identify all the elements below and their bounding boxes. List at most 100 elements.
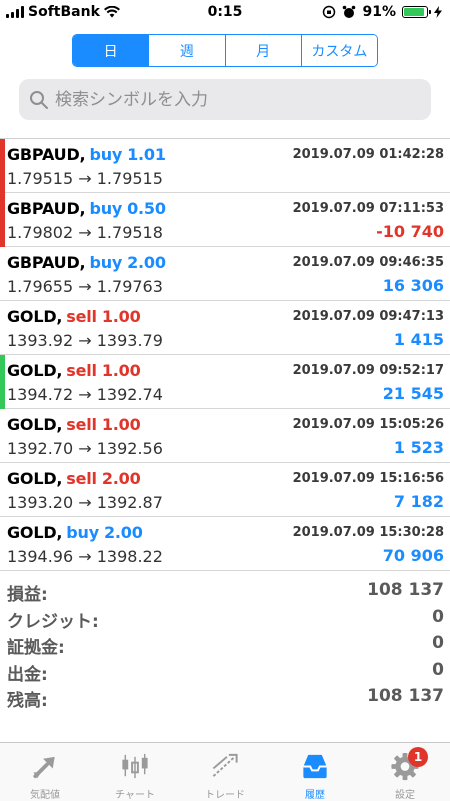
- trade-volume: 1.00: [101, 361, 141, 380]
- orientation-lock-icon: [323, 5, 336, 19]
- trade-time: 2019.07.09 01:42:28: [292, 147, 444, 162]
- trade-prices: 1394.96 → 1398.22: [7, 547, 163, 566]
- trade-marker: [0, 355, 5, 409]
- summary-label: 出金:: [7, 664, 48, 685]
- history-icon: [303, 754, 327, 779]
- trade-time: 2019.07.09 15:30:28: [292, 525, 444, 540]
- trade-title: GOLD, sell 2.00: [7, 469, 141, 488]
- trade-symbol: GOLD,: [7, 361, 63, 380]
- trade-time: 2019.07.09 09:52:17: [292, 363, 444, 378]
- trade-row[interactable]: GOLD, buy 2.00 2019.07.09 15:30:28 1394.96 →…: [0, 517, 450, 571]
- trade-marker: [0, 409, 5, 463]
- tab-quotes[interactable]: 気配値: [0, 743, 90, 801]
- bottom-tab-bar: 気配値 チャート トレード 履歴 設定 1: [0, 742, 450, 801]
- trade-profit: 7 182: [393, 492, 444, 511]
- battery-percent: 91%: [362, 4, 396, 20]
- trade-row[interactable]: GBPAUD, buy 2.00 2019.07.09 09:46:35 1.79655…: [0, 247, 450, 301]
- trade-symbol: GOLD,: [7, 469, 63, 488]
- trade-direction: sell: [66, 469, 97, 488]
- period-tab-day[interactable]: 日: [73, 35, 150, 66]
- summary-value: 0: [432, 659, 444, 680]
- trade-marker: [0, 517, 5, 571]
- trade-symbol: GBPAUD,: [7, 145, 86, 164]
- trade-marker: [0, 139, 5, 193]
- trade-title: GOLD, sell 1.00: [7, 415, 141, 434]
- trade-direction: sell: [66, 307, 97, 326]
- summary-row: 残高: 108 137: [0, 683, 450, 711]
- summary-row: 証拠金: 0: [0, 630, 450, 658]
- trade-volume: 2.00: [127, 253, 166, 272]
- trade-title: GOLD, sell 1.00: [7, 361, 141, 380]
- summary-value: 0: [432, 606, 444, 627]
- trade-row[interactable]: GBPAUD, buy 0.50 2019.07.09 07:11:53 1.79802…: [0, 193, 450, 247]
- trade-direction: buy: [89, 253, 123, 272]
- search-bar[interactable]: [19, 79, 431, 120]
- quotes-icon: [33, 756, 55, 779]
- trade-marker: [0, 247, 5, 301]
- trade-profit: 1 523: [393, 438, 444, 457]
- trade-symbol: GOLD,: [7, 307, 63, 326]
- trade-symbol: GBPAUD,: [7, 199, 86, 218]
- trade-volume: 2.00: [101, 469, 141, 488]
- trade-volume: 2.00: [103, 523, 143, 542]
- trade-direction: sell: [66, 415, 97, 434]
- trade-title: GBPAUD, buy 2.00: [7, 253, 166, 272]
- trade-volume: 1.00: [101, 307, 141, 326]
- battery-icon: [402, 6, 431, 18]
- trade-time: 2019.07.09 09:47:13: [292, 309, 444, 324]
- tab-trade[interactable]: トレード: [180, 743, 270, 801]
- trade-prices: 1.79655 → 1.79763: [7, 277, 163, 296]
- trade-row[interactable]: GOLD, sell 1.00 2019.07.09 09:47:13 1393.92 …: [0, 301, 450, 355]
- trade-prices: 1.79802 → 1.79518: [7, 223, 163, 242]
- period-segmented-control: 日 週 月 カスタム: [72, 34, 378, 67]
- period-tab-week[interactable]: 週: [149, 35, 226, 66]
- trade-row[interactable]: GOLD, sell 2.00 2019.07.09 15:16:56 1393.20 …: [0, 463, 450, 517]
- search-input[interactable]: [55, 89, 415, 110]
- trade-title: GOLD, buy 2.00: [7, 523, 143, 542]
- tab-settings[interactable]: 設定 1: [360, 743, 450, 801]
- trade-profit: 16 306: [382, 276, 444, 295]
- trade-profit: 21 545: [382, 384, 444, 403]
- summary-value: 108 137: [367, 580, 444, 600]
- summary-value: 108 137: [367, 686, 444, 706]
- trade-volume: 0.50: [127, 199, 166, 218]
- period-tab-month[interactable]: 月: [225, 35, 302, 66]
- trade-row[interactable]: GBPAUD, buy 1.01 2019.07.09 01:42:28 1.79515…: [0, 139, 450, 193]
- trade-history-list: GBPAUD, buy 1.01 2019.07.09 01:42:28 1.79515…: [0, 138, 450, 571]
- trade-time: 2019.07.09 07:11:53: [292, 201, 444, 216]
- trade-symbol: GBPAUD,: [7, 253, 86, 272]
- tab-label: チャート: [115, 790, 155, 801]
- tab-label: トレード: [205, 790, 245, 801]
- trade-profit: -10 740: [376, 222, 444, 241]
- tab-history[interactable]: 履歴: [270, 743, 360, 801]
- tab-label: 設定: [395, 790, 415, 801]
- trade-row[interactable]: GOLD, sell 1.00 2019.07.09 15:05:26 1392.70 …: [0, 409, 450, 463]
- trade-profit: 1 415: [393, 330, 444, 349]
- trade-prices: 1393.20 → 1392.87: [7, 493, 163, 512]
- chart-icon: [122, 753, 148, 779]
- period-tab-custom[interactable]: カスタム: [301, 35, 377, 66]
- summary-row: 損益: 108 137: [0, 577, 450, 605]
- tab-label: 履歴: [305, 790, 325, 801]
- trade-title: GBPAUD, buy 0.50: [7, 199, 166, 218]
- trade-title: GBPAUD, buy 1.01: [7, 145, 166, 164]
- status-right: 91%: [322, 4, 442, 20]
- alarm-icon: [343, 5, 356, 18]
- trade-prices: 1394.72 → 1392.74: [7, 385, 163, 404]
- trade-volume: 1.01: [127, 145, 166, 164]
- trade-direction: sell: [66, 361, 97, 380]
- trade-time: 2019.07.09 15:05:26: [292, 417, 444, 432]
- trade-volume: 1.00: [101, 415, 141, 434]
- trade-marker: [0, 301, 5, 355]
- trade-symbol: GOLD,: [7, 523, 63, 542]
- search-icon: [30, 90, 48, 109]
- tab-label: 気配値: [30, 790, 60, 801]
- trade-prices: 1392.70 → 1392.56: [7, 439, 163, 458]
- summary-row: 出金: 0: [0, 657, 450, 685]
- account-summary: 損益: 108 137 クレジット: 0 証拠金: 0 出金: 0 残高: 108 137: [0, 577, 450, 711]
- trade-direction: buy: [89, 199, 123, 218]
- tab-chart[interactable]: チャート: [90, 743, 180, 801]
- trade-row[interactable]: GOLD, sell 1.00 2019.07.09 09:52:17 1394.72 …: [0, 355, 450, 409]
- trade-prices: 1.79515 → 1.79515: [7, 169, 163, 188]
- trade-icon: [212, 753, 238, 777]
